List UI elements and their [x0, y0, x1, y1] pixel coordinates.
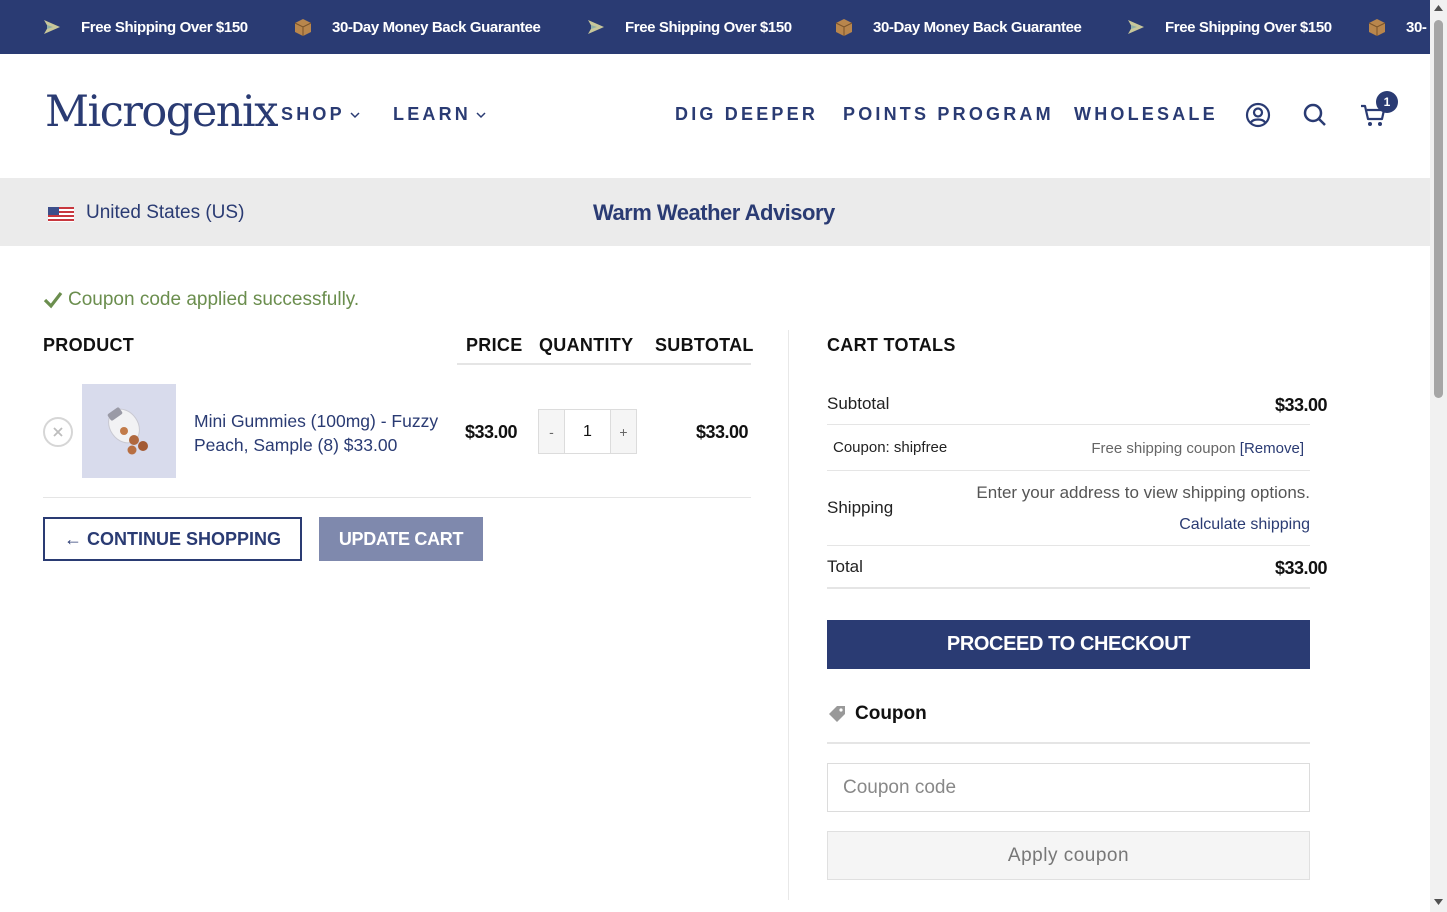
totals-divider [827, 470, 1310, 471]
nav-wholesale[interactable]: WHOLESALE [1074, 104, 1218, 125]
announcement-text: 30-Day Money Back Guarantee [332, 18, 541, 36]
nav-shop-label: SHOP [281, 104, 345, 124]
box-icon [1366, 16, 1388, 38]
totals-divider [827, 587, 1310, 589]
subtotal-value: $33.00 [1274, 395, 1328, 415]
announcement-text: Free Shipping Over $150 [625, 18, 792, 36]
search-icon[interactable] [1301, 101, 1329, 129]
gummy-jar-image [107, 407, 148, 455]
coupon-heading-text: Coupon [855, 703, 927, 724]
nav-learn-label: LEARN [393, 104, 471, 124]
proceed-to-checkout-button[interactable]: PROCEED TO CHECKOUT [827, 620, 1310, 669]
quantity-stepper: - + [538, 409, 637, 454]
remove-item-button[interactable] [43, 417, 73, 447]
scroll-up-arrow-icon[interactable] [1434, 4, 1443, 12]
totals-divider [827, 424, 1310, 425]
nav-learn[interactable]: LEARN [393, 104, 487, 125]
totals-divider [827, 545, 1310, 546]
site-header: Microgenix SHOP LEARN DIG DEEPER POINTS … [0, 54, 1430, 178]
row-divider [43, 497, 751, 498]
column-header-product: PRODUCT [43, 335, 135, 355]
us-flag-icon [48, 206, 74, 222]
applied-coupon-label: Coupon: shipfree [833, 439, 948, 456]
item-price: $33.00 [465, 422, 518, 442]
column-header-subtotal: SUBTOTAL [655, 335, 754, 355]
continue-shopping-button[interactable]: ← CONTINUE SHOPPING [43, 517, 302, 561]
column-header-price: PRICE [466, 335, 523, 355]
announcement-text: Free Shipping Over $150 [81, 18, 248, 36]
product-thumbnail[interactable] [82, 384, 176, 478]
total-label: Total [827, 557, 863, 576]
item-subtotal: $33.00 [696, 422, 749, 442]
box-icon [292, 16, 314, 38]
announcement-text: 30-Day Money Back Guarantee [873, 18, 1082, 36]
coupon-desc-text: Free shipping coupon [1091, 440, 1240, 457]
checkmark-icon [43, 290, 63, 310]
quantity-input[interactable] [564, 410, 611, 453]
subtotal-label: Subtotal [827, 394, 890, 413]
announcement-text: Free Shipping Over $150 [1165, 18, 1332, 36]
announcement-item: Free Shipping Over $150 [41, 0, 248, 54]
site-logo[interactable]: Microgenix [45, 87, 278, 137]
update-cart-button[interactable]: UPDATE CART [319, 517, 483, 561]
chevron-down-icon [349, 109, 361, 121]
success-notice: Coupon code applied successfully. [43, 289, 359, 311]
country-label: United States (US) [86, 202, 245, 223]
tag-icon [827, 704, 847, 724]
chevron-down-icon [475, 109, 487, 121]
column-header-quantity: QUANTITY [539, 335, 634, 355]
announcement-item: Free Shipping Over $150 [585, 0, 792, 54]
applied-coupon-desc: Free shipping coupon [Remove] [1091, 440, 1304, 457]
nav-shop[interactable]: SHOP [281, 104, 361, 125]
nav-points-program[interactable]: POINTS PROGRAM [843, 104, 1054, 125]
announcement-item: Free Shipping Over $150 [1125, 0, 1332, 54]
header-divider [457, 363, 751, 365]
total-value: $33.00 [1274, 558, 1328, 578]
page-scrollbar[interactable] [1430, 0, 1447, 912]
coupon-heading: Coupon [827, 703, 927, 725]
nav-dig-deeper[interactable]: DIG DEEPER [675, 104, 818, 125]
announcement-item: 30-Day Money Back Guarantee [833, 0, 1082, 54]
calculate-shipping-link[interactable]: Calculate shipping [1179, 516, 1310, 534]
announcement-item: 30-Day Money Back Guarantee [292, 0, 541, 54]
shipping-label: Shipping [827, 498, 894, 517]
coupon-code-input[interactable] [827, 763, 1310, 812]
coupon-divider [827, 742, 1310, 744]
apply-coupon-button[interactable]: Apply coupon [827, 831, 1310, 880]
advisory-strip: United States (US) Warm Weather Advisory [0, 178, 1430, 246]
quantity-increase-button[interactable]: + [611, 410, 636, 453]
close-icon [53, 427, 63, 437]
warm-weather-advisory-link[interactable]: Warm Weather Advisory [593, 200, 835, 226]
column-divider [788, 330, 789, 900]
announcement-text: 30- [1406, 18, 1427, 36]
scrollbar-thumb[interactable] [1434, 20, 1443, 398]
shipping-note: Enter your address to view shipping opti… [976, 483, 1310, 502]
account-icon[interactable] [1244, 101, 1272, 129]
box-icon [833, 16, 855, 38]
shipping-plane-icon [585, 16, 607, 38]
scroll-down-arrow-icon[interactable] [1434, 898, 1443, 906]
quantity-decrease-button[interactable]: - [539, 410, 564, 453]
shipping-plane-icon [1125, 16, 1147, 38]
product-name-link[interactable]: Mini Gummies (100mg) - Fuzzy Peach, Samp… [194, 409, 456, 457]
success-notice-text: Coupon code applied successfully. [68, 289, 360, 310]
announcement-item: 30- [1366, 0, 1427, 54]
remove-coupon-link[interactable]: [Remove] [1240, 440, 1304, 457]
shipping-plane-icon [41, 16, 63, 38]
cart-totals-title: CART TOTALS [827, 335, 956, 355]
cart-count-badge: 1 [1376, 91, 1398, 113]
announcement-bar: Free Shipping Over $150 30-Day Money Bac… [0, 0, 1430, 54]
country-selector[interactable]: United States (US) [48, 202, 244, 224]
